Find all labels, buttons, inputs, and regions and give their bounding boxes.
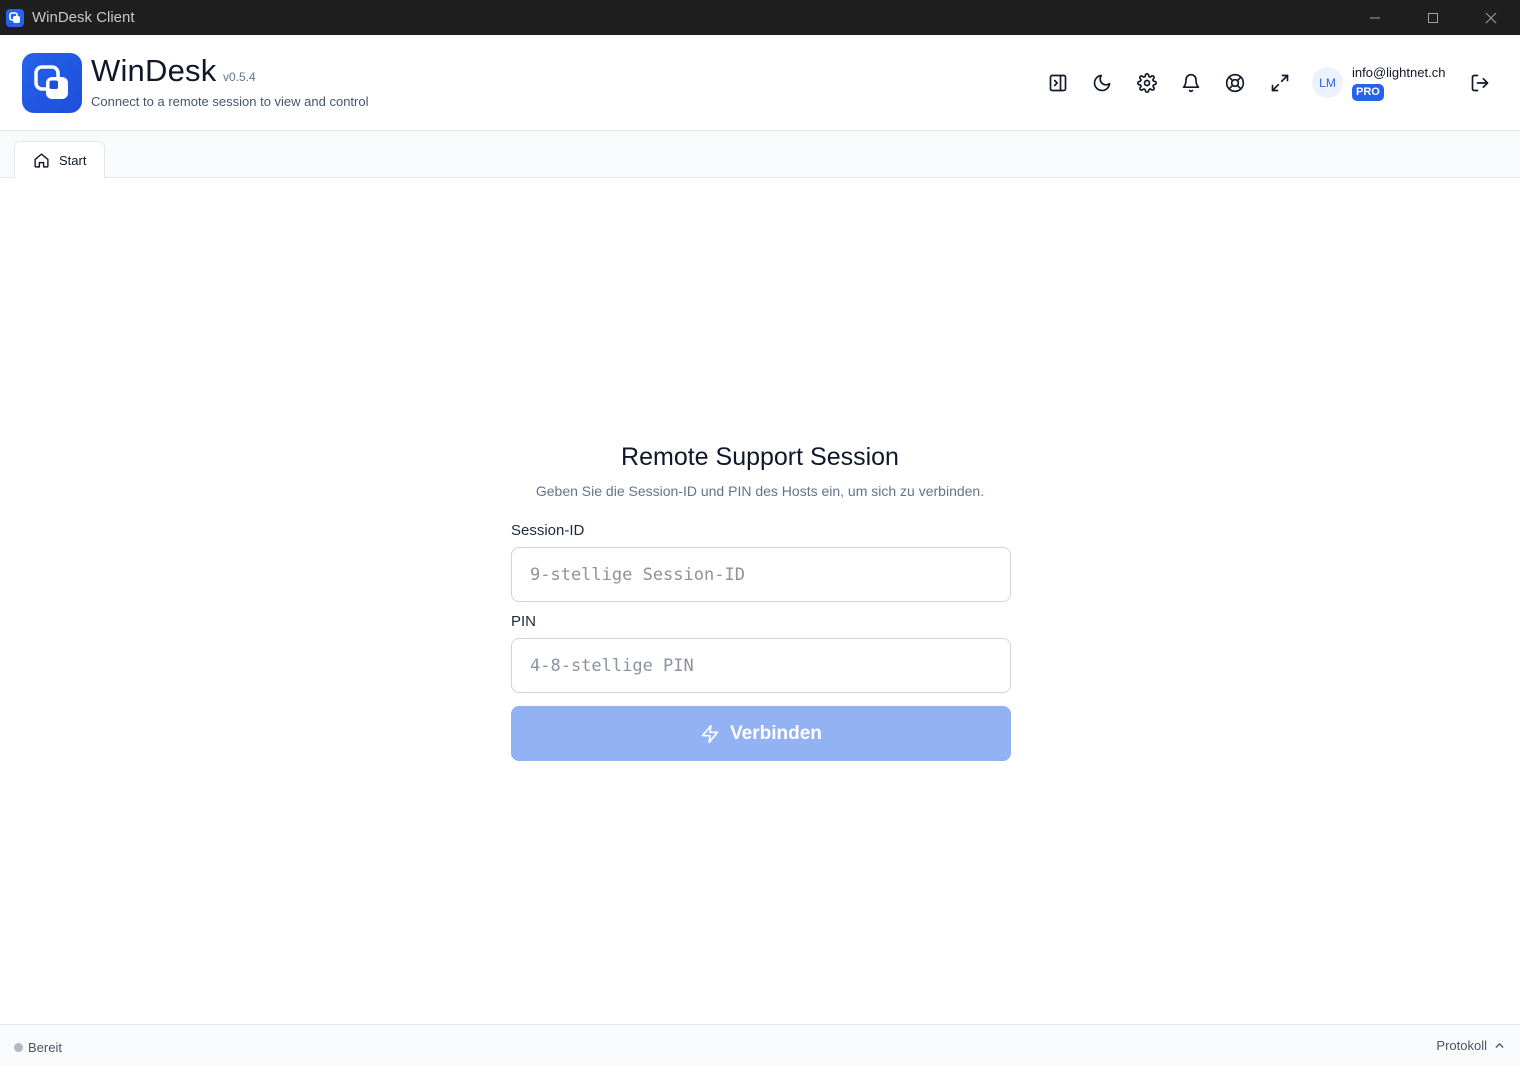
moon-icon	[1093, 74, 1111, 92]
expand-icon	[1271, 74, 1289, 92]
avatar[interactable]: LM	[1312, 67, 1343, 98]
pin-label: PIN	[511, 613, 537, 630]
tab-start[interactable]: Start	[14, 141, 105, 179]
tab-strip: Start	[0, 131, 1520, 179]
connect-button-label: Verbinden	[730, 722, 822, 744]
lifebuoy-icon	[1225, 73, 1245, 93]
home-icon	[34, 153, 49, 168]
minimize-button[interactable]	[1346, 0, 1404, 35]
minimize-icon	[1370, 17, 1380, 18]
sidebar-toggle-button[interactable]	[1046, 71, 1070, 95]
page-title: Remote Support Session	[621, 443, 899, 471]
maximize-button[interactable]	[1404, 0, 1462, 35]
app-header: WinDesk v0.5.4 Connect to a remote sessi…	[0, 35, 1520, 131]
close-icon	[1485, 12, 1497, 23]
window-title: WinDesk Client	[32, 9, 135, 26]
session-id-label: Session-ID	[511, 522, 585, 539]
connect-button[interactable]: Verbinden	[511, 706, 1011, 761]
status-bar: Bereit Protokoll	[0, 1024, 1520, 1065]
session-id-input[interactable]	[511, 547, 1011, 602]
lightning-icon	[701, 724, 719, 743]
sidebar-toggle-icon	[1049, 74, 1067, 92]
page-description: Geben Sie die Session-ID und PIN des Hos…	[535, 483, 985, 499]
tab-label: Start	[59, 153, 87, 168]
window-titlebar: WinDesk Client	[0, 0, 1520, 35]
settings-button[interactable]	[1135, 71, 1159, 95]
pin-input[interactable]	[511, 638, 1011, 693]
log-toggle-label: Protokoll	[1436, 1038, 1487, 1053]
app-subtitle: Connect to a remote session to view and …	[91, 94, 369, 109]
plan-badge: PRO	[1352, 84, 1384, 101]
fullscreen-button[interactable]	[1268, 71, 1292, 95]
help-button[interactable]	[1223, 71, 1247, 95]
log-toggle-button[interactable]: Protokoll	[1436, 1038, 1506, 1053]
close-button[interactable]	[1462, 0, 1520, 35]
chevron-up-icon	[1495, 1043, 1504, 1048]
theme-toggle-button[interactable]	[1090, 71, 1114, 95]
windesk-logo-icon	[34, 65, 68, 99]
app-logo	[22, 53, 82, 113]
app-small-icon	[6, 8, 24, 27]
maximize-icon	[1428, 12, 1438, 23]
gear-icon	[1137, 73, 1157, 93]
notifications-button[interactable]	[1179, 71, 1203, 95]
logout-icon	[1471, 74, 1489, 92]
bell-icon	[1182, 73, 1200, 93]
app-version: v0.5.4	[223, 70, 256, 84]
status-indicator	[14, 1043, 23, 1052]
app-name: WinDesk	[91, 53, 217, 88]
status-text: Bereit	[28, 1040, 62, 1055]
logout-button[interactable]	[1468, 71, 1492, 95]
user-email: info@lightnet.ch	[1352, 65, 1446, 80]
